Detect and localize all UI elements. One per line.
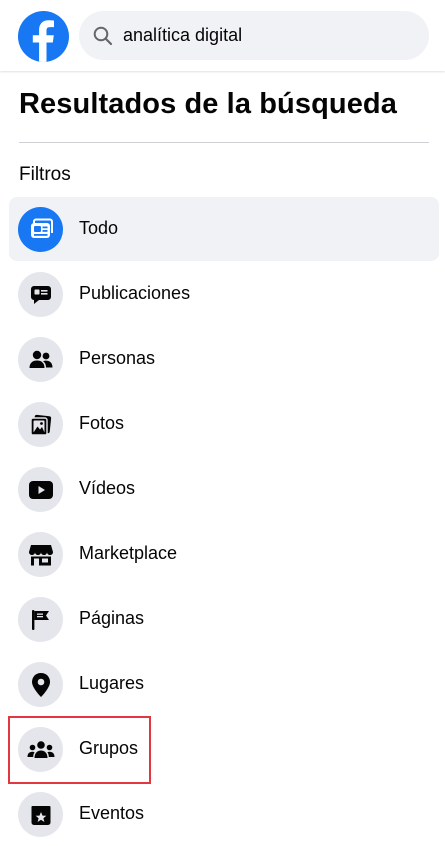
filter-item-lugares[interactable]: Lugares [9,652,439,716]
location-pin-icon [18,662,63,707]
highlight-box [8,716,151,784]
filter-label: Páginas [79,608,145,628]
filter-item-paginas[interactable]: Páginas [9,587,439,651]
filter-label: Publicaciones [79,283,191,303]
filter-label: Lugares [79,673,145,693]
divider [19,142,429,143]
event-star-icon [18,792,63,837]
filters-heading: Filtros [19,164,71,185]
filter-item-eventos[interactable]: Eventos [9,782,439,846]
filter-label: Eventos [79,803,145,823]
filter-label: Vídeos [79,478,136,498]
newsfeed-icon [18,207,63,252]
filter-item-publicaciones[interactable]: Publicaciones [9,262,439,326]
facebook-logo-icon[interactable] [18,11,69,62]
flag-icon [18,597,63,642]
filter-item-todo[interactable]: Todo [9,197,439,261]
filter-item-personas[interactable]: Personas [9,327,439,391]
people-icon [18,337,63,382]
top-bar: analítica digital [0,0,445,71]
filter-label: Marketplace [79,543,178,563]
search-input[interactable]: analítica digital [123,25,242,46]
filter-label: Personas [79,348,156,368]
filter-label: Fotos [79,413,125,433]
video-play-icon [18,467,63,512]
filter-label: Todo [79,218,119,238]
filter-item-marketplace[interactable]: Marketplace [9,522,439,586]
filter-item-videos[interactable]: Vídeos [9,457,439,521]
filter-item-fotos[interactable]: Fotos [9,392,439,456]
search-icon [93,26,113,45]
storefront-icon [18,532,63,577]
photos-icon [18,402,63,447]
page-title: Resultados de la búsqueda [19,88,397,120]
post-bubble-icon [18,272,63,317]
search-box[interactable]: analítica digital [79,11,429,60]
